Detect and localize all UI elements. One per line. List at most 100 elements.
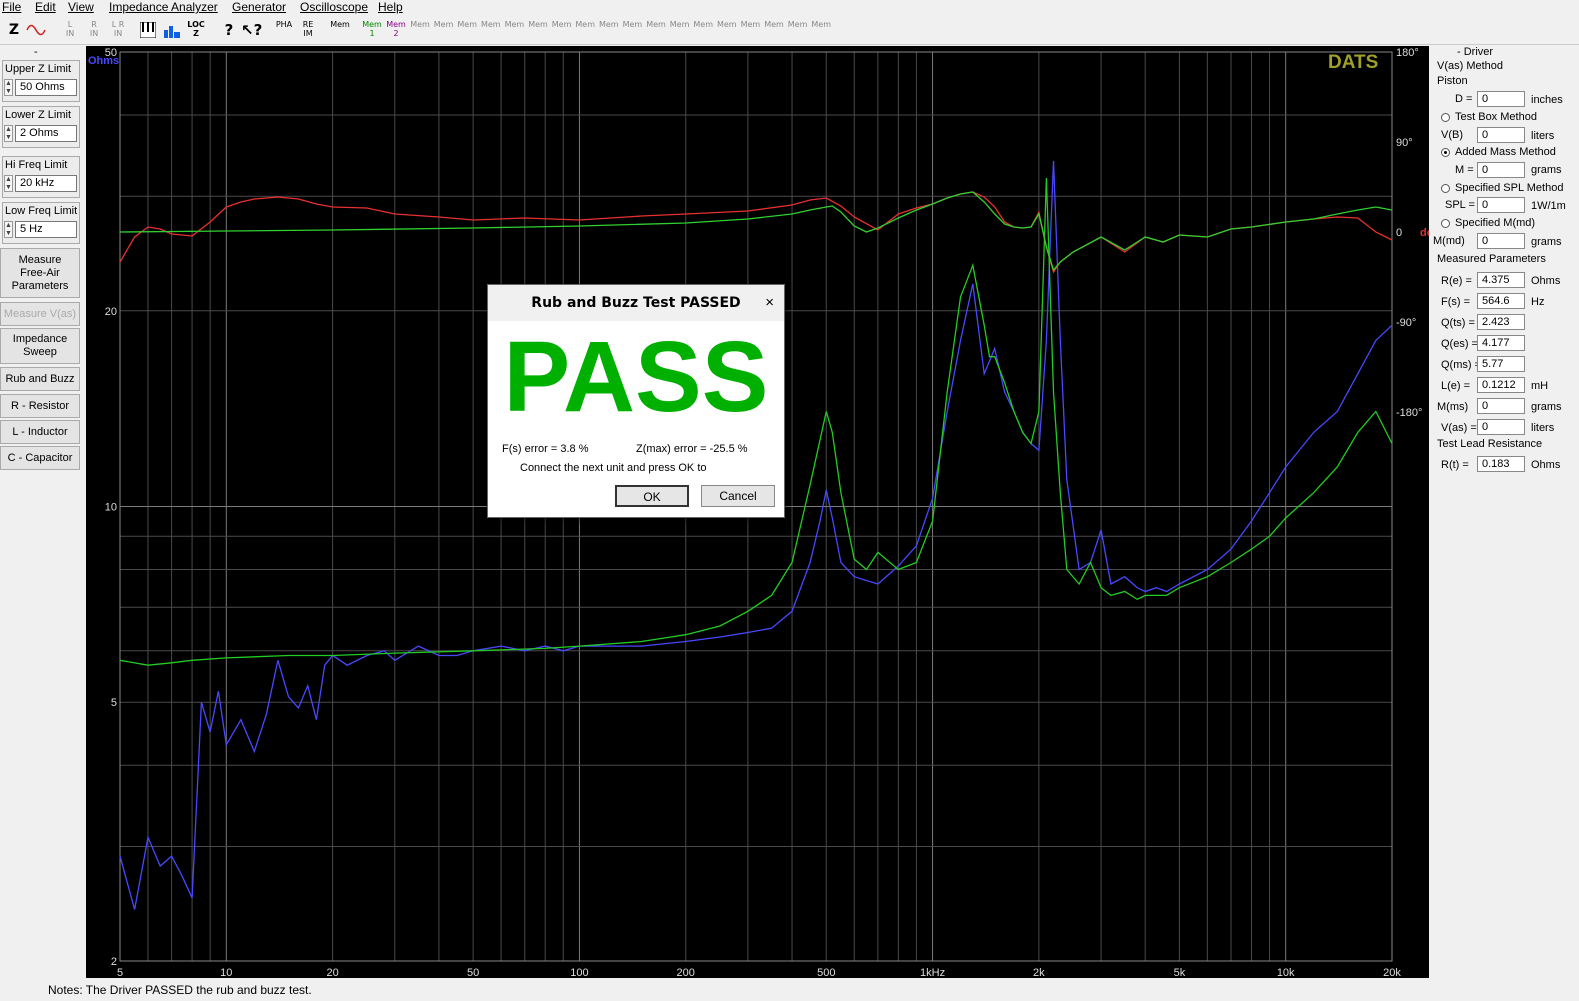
menu-help[interactable]: Help: [378, 0, 403, 14]
mem-slot-button[interactable]: Mem: [528, 20, 548, 40]
close-icon[interactable]: ×: [765, 285, 774, 321]
m-field[interactable]: 0: [1477, 162, 1525, 178]
lr-in-button[interactable]: L R IN: [108, 20, 128, 40]
lower-z-spinner[interactable]: ▲ ▼: [4, 125, 13, 142]
menu-bar: File Edit View Impedance Analyzer Genera…: [0, 0, 1579, 15]
param-unit: Hz: [1531, 296, 1545, 308]
measured-parameters-label: Measured Parameters: [1437, 253, 1546, 265]
param-unit: mH: [1531, 380, 1549, 392]
dats-logo: DATS: [1328, 52, 1378, 73]
param-label: F(s) =: [1441, 296, 1471, 308]
test-box-label: Test Box Method: [1455, 111, 1537, 123]
mem-slot-button[interactable]: Mem: [693, 20, 713, 40]
mem-slot-button[interactable]: Mem: [717, 20, 737, 40]
y-left-tick: 10: [105, 502, 117, 514]
param-value-field[interactable]: 0.1212: [1477, 377, 1525, 393]
l-in-button[interactable]: L IN: [60, 20, 80, 40]
bars-icon[interactable]: [163, 22, 181, 38]
low-freq-limit-field[interactable]: 5 Hz: [15, 221, 77, 238]
spl-field[interactable]: 0: [1477, 197, 1525, 213]
inductor-button[interactable]: L - Inductor: [0, 420, 80, 444]
resistor-button[interactable]: R - Resistor: [0, 394, 80, 418]
cancel-button[interactable]: Cancel: [701, 485, 775, 507]
mmd-method-label: Specified M(md): [1455, 217, 1536, 229]
menu-file[interactable]: File: [2, 0, 21, 14]
mem-slot-button[interactable]: Mem: [740, 20, 761, 40]
mem-slot-button[interactable]: Mem: [457, 20, 477, 40]
param-value-field[interactable]: 0: [1477, 398, 1525, 414]
mem-slot-button[interactable]: Mem: [504, 20, 525, 40]
param-value-field[interactable]: 0: [1477, 419, 1525, 435]
right-panel: - Driver V(as) Method Piston D = 0 inche…: [1431, 46, 1579, 476]
rt-field[interactable]: 0.183: [1477, 456, 1525, 472]
re-im-button[interactable]: RE IM: [298, 20, 318, 40]
measure-vas-button[interactable]: Measure V(as): [0, 302, 80, 326]
mem-slot-button[interactable]: Mem: [410, 20, 430, 40]
hi-freq-limit-field[interactable]: 20 kHz: [15, 175, 77, 192]
added-mass-label: Added Mass Method: [1455, 146, 1556, 158]
mem-button[interactable]: Mem: [330, 20, 350, 40]
toolbar: Z L IN R IN L R IN LOC Z ? ↖? PHA RE IM …: [0, 15, 1579, 45]
piano-icon[interactable]: [140, 22, 156, 38]
param-label: L(e) =: [1441, 380, 1471, 392]
param-value-field[interactable]: 2.423: [1477, 314, 1525, 330]
spl-method-radio[interactable]: [1441, 184, 1450, 193]
mem-slot-button[interactable]: Mem: [481, 20, 501, 40]
impedance-sweep-button[interactable]: Impedance Sweep: [0, 328, 80, 364]
mem-slot-button[interactable]: Mem: [646, 20, 666, 40]
mem1-button[interactable]: Mem 1: [362, 20, 382, 40]
mem-slot-button[interactable]: Mem: [811, 20, 831, 40]
mem-slot-button[interactable]: Mem: [670, 20, 690, 40]
hi-freq-spinner[interactable]: ▲ ▼: [4, 175, 13, 192]
menu-generator[interactable]: Generator: [232, 0, 286, 14]
mmd-label: M(md): [1433, 235, 1465, 247]
param-value-field[interactable]: 4.375: [1477, 272, 1525, 288]
loc-z-button[interactable]: LOC Z: [186, 20, 206, 40]
y-right-tick: 180°: [1396, 47, 1419, 59]
upper-z-limit-field[interactable]: 50 Ohms: [15, 79, 77, 96]
lower-z-limit-field[interactable]: 2 Ohms: [15, 125, 77, 142]
added-mass-radio[interactable]: [1441, 148, 1450, 157]
whats-this-icon[interactable]: ↖?: [241, 20, 262, 40]
param-label: Q(ms) =: [1441, 359, 1482, 371]
sine-wave-icon[interactable]: [26, 23, 46, 37]
param-value-field[interactable]: 564.6: [1477, 293, 1525, 309]
upper-z-limit-label: Upper Z Limit: [5, 63, 72, 75]
menu-view[interactable]: View: [68, 0, 94, 14]
mem-slot-button[interactable]: Mem: [575, 20, 595, 40]
param-value-field[interactable]: 5.77: [1477, 356, 1525, 372]
menu-edit[interactable]: Edit: [35, 0, 56, 14]
mem-slot-button[interactable]: Mem: [552, 20, 572, 40]
mem2-button[interactable]: Mem 2: [386, 20, 406, 40]
vas-method-label: V(as) Method: [1437, 60, 1504, 72]
vb-label: V(B): [1441, 129, 1463, 141]
x-tick: 10: [220, 967, 232, 978]
upper-z-spinner[interactable]: ▲ ▼: [4, 79, 13, 96]
zmax-error-text: Z(max) error = -25.5 %: [636, 443, 748, 455]
test-box-radio[interactable]: [1441, 113, 1450, 122]
lower-z-limit-group: Lower Z Limit ▲ ▼ 2 Ohms: [2, 106, 80, 148]
ohms-unit-label: Ohms: [88, 55, 119, 67]
capacitor-button[interactable]: C - Capacitor: [0, 446, 80, 470]
mem-slot-button[interactable]: Mem: [599, 20, 619, 40]
ok-button[interactable]: OK: [615, 485, 689, 507]
low-freq-spinner[interactable]: ▲ ▼: [4, 221, 13, 238]
phase-button[interactable]: PHA: [274, 20, 294, 40]
y-left-tick: 5: [111, 697, 117, 709]
mem-slot-button[interactable]: Mem: [788, 20, 808, 40]
menu-oscilloscope[interactable]: Oscilloscope: [300, 0, 368, 14]
measure-free-air-button[interactable]: Measure Free-Air Parameters: [0, 248, 80, 298]
rub-and-buzz-button[interactable]: Rub and Buzz: [0, 367, 80, 391]
impedance-z-button[interactable]: Z: [4, 20, 24, 40]
mem-slot-button[interactable]: Mem: [764, 20, 784, 40]
param-value-field[interactable]: 4.177: [1477, 335, 1525, 351]
mem-slot-button[interactable]: Mem: [622, 20, 643, 40]
menu-impedance-analyzer[interactable]: Impedance Analyzer: [109, 0, 218, 14]
help-icon[interactable]: ?: [219, 20, 239, 40]
mem-slot-button[interactable]: Mem: [434, 20, 454, 40]
vb-field[interactable]: 0: [1477, 127, 1525, 143]
mmd-method-radio[interactable]: [1441, 219, 1450, 228]
d-field[interactable]: 0: [1477, 91, 1525, 107]
mmd-field[interactable]: 0: [1477, 233, 1525, 249]
r-in-button[interactable]: R IN: [84, 20, 104, 40]
